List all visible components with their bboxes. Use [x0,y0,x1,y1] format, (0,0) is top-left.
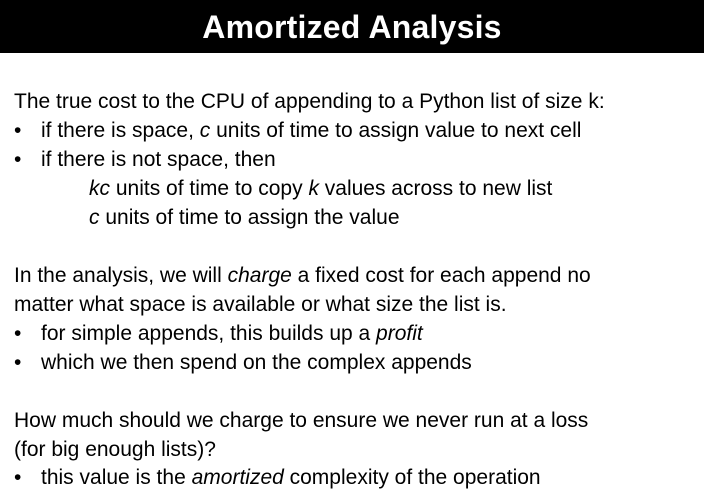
para2-line1-post: a fixed cost for each append no [291,264,591,287]
para1-sub2: c units of time to assign the value [89,203,400,232]
bullet-dot: • [14,148,22,171]
para1-bullet1-pre: if there is space, [41,119,200,142]
bullet-dot: • [14,466,22,489]
para1-sub1-em2: k [308,177,319,200]
para1-sub1-post: values across to new list [318,177,553,200]
para2-bullet1-pre: for simple appends, this builds up a [41,322,377,345]
para2-bullet1: • for simple appends, this builds up a pr… [14,319,423,348]
para1-sub1-em1: kc [89,177,110,200]
para2-bullet2-text: which we then spend on the complex appen… [41,351,472,374]
para1-bullet1-em: c [199,119,211,142]
slide-title: Amortized Analysis [202,8,502,45]
para1-sub1-mid: units of time to copy [110,177,309,200]
title-bar: Amortized Analysis [0,0,704,53]
para1-intro: The true cost to the CPU of appending to… [14,90,605,113]
para2-line2: matter what space is available or what s… [14,293,507,316]
para1-sub1: kc units of time to copy k values across… [89,174,552,203]
para3-bullet1-em: amortized [191,466,284,489]
para3-line2: (for big enough lists)? [14,438,216,461]
para3-bullet1-pre: this value is the [41,466,192,489]
bullet-dot: • [14,322,22,345]
para2-line1-em: charge [227,264,292,287]
bullet-dot: • [14,119,22,142]
para2-bullet1-em: profit [376,322,423,345]
para1-bullet1: • if there is space, c units of time to a… [14,116,581,145]
para1-bullet1-post: units of time to assign value to next ce… [210,119,582,142]
para1-sub2-post: units of time to assign the value [99,206,400,229]
para3-bullet1: • this value is the amortized complexity … [14,463,541,492]
para2-bullet2: • which we then spend on the complex appe… [14,348,472,377]
para1-sub2-em: c [89,206,100,229]
para2-line1-pre: In the analysis, we will [14,264,228,287]
para1-bullet2-text: if there is not space, then [41,148,276,171]
para3-line1: How much should we charge to ensure we n… [14,409,589,432]
para1-bullet2: • if there is not space, then [14,145,276,174]
para2-line1: In the analysis, we will charge a fixed … [14,261,591,290]
bullet-dot: • [14,351,22,374]
para3-bullet1-post: complexity of the operation [283,466,541,489]
